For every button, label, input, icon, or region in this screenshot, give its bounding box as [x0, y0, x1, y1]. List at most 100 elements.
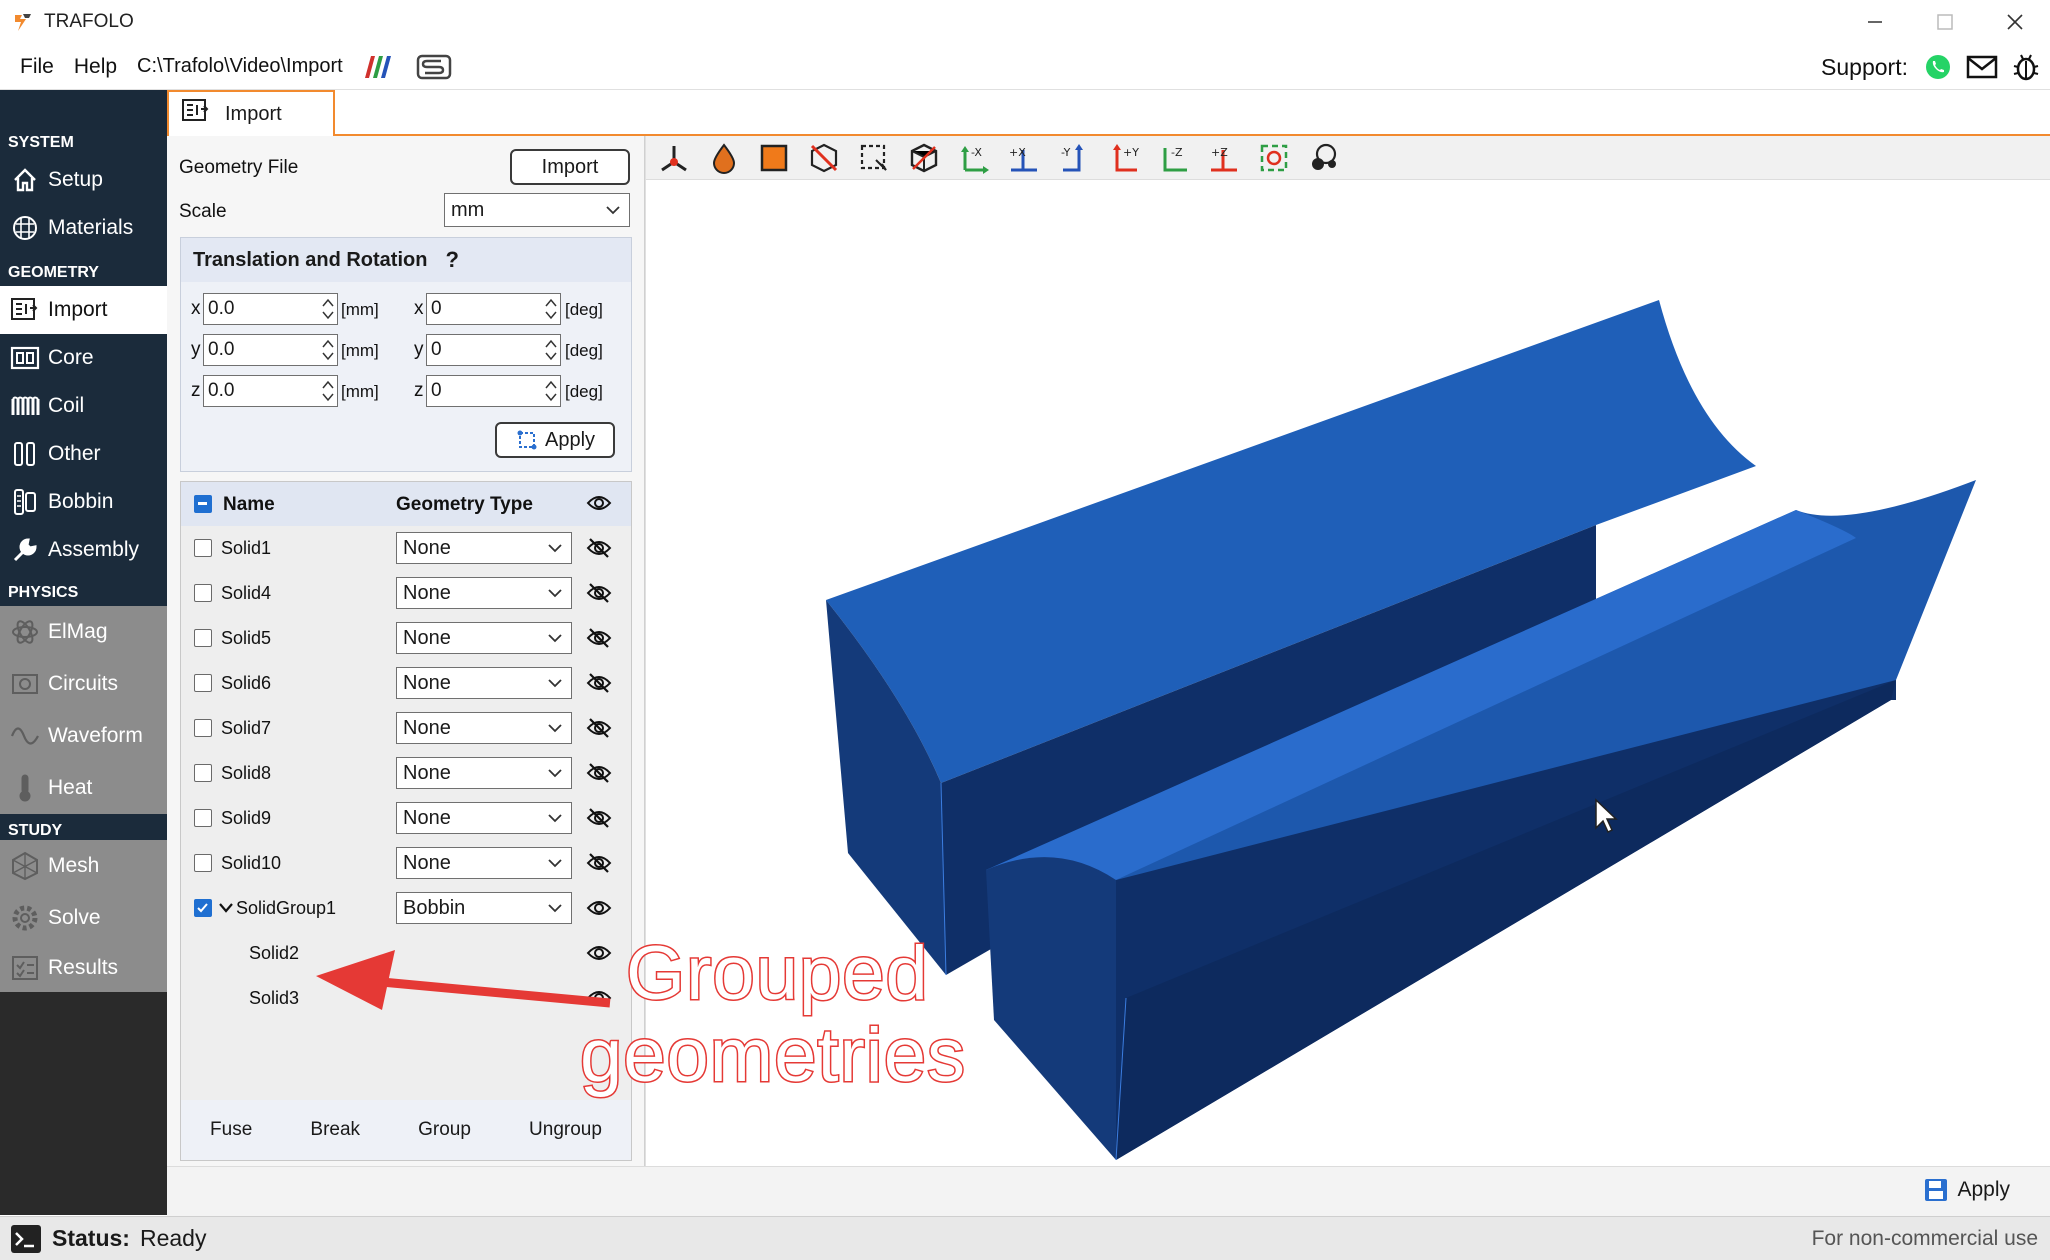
geometry-type-select[interactable]: None	[396, 667, 572, 699]
view-neg-y-icon[interactable]: -Y	[1056, 140, 1092, 176]
select-all-checkbox[interactable]	[194, 495, 212, 513]
import-button[interactable]: Import	[510, 149, 630, 185]
sidebar-item-core[interactable]: Core	[0, 334, 167, 382]
box-select-icon[interactable]	[856, 140, 892, 176]
help-button[interactable]: ?	[445, 247, 458, 273]
eye-hidden-icon[interactable]	[586, 537, 612, 559]
spin-arrows-icon[interactable]	[544, 296, 558, 322]
translation-y-input[interactable]: 0.0	[203, 334, 338, 366]
row-checkbox[interactable]	[194, 854, 212, 872]
view-pos-x-icon[interactable]: +X	[1006, 140, 1042, 176]
rotation-x-input[interactable]: 0	[426, 293, 561, 325]
table-row[interactable]: Solid9 None	[181, 796, 631, 841]
geometry-type-select[interactable]: None	[396, 622, 572, 654]
geometry-type-select[interactable]: None	[396, 532, 572, 564]
minimize-button[interactable]	[1840, 0, 1910, 44]
table-row[interactable]: Solid10 None	[181, 841, 631, 886]
geometry-type-select[interactable]: None	[396, 847, 572, 879]
table-row[interactable]: Solid8 None	[181, 751, 631, 796]
eye-hidden-icon[interactable]	[586, 582, 612, 604]
geometry-type-select[interactable]: None	[396, 802, 572, 834]
sidebar-item-assembly[interactable]: Assembly	[0, 526, 167, 574]
bug-icon[interactable]	[2012, 52, 2040, 82]
view-pos-y-icon[interactable]: +Y	[1106, 140, 1142, 176]
row-checkbox[interactable]	[194, 539, 212, 557]
view-pos-z-icon[interactable]: +Z	[1206, 140, 1242, 176]
expand-chevron-icon[interactable]	[218, 902, 234, 914]
whatsapp-icon[interactable]	[1924, 53, 1952, 81]
geometry-type-select[interactable]: None	[396, 712, 572, 744]
translation-apply-button[interactable]: Apply	[495, 422, 615, 458]
table-row[interactable]: Solid1 None	[181, 526, 631, 571]
drop-icon[interactable]	[706, 140, 742, 176]
maximize-button[interactable]	[1910, 0, 1980, 44]
break-button[interactable]: Break	[310, 1119, 360, 1141]
sidebar-item-solve[interactable]: Solve	[0, 892, 167, 944]
sidebar-item-elmag[interactable]: ElMag	[0, 606, 167, 658]
screenshot-icon[interactable]	[1306, 140, 1342, 176]
script-icon[interactable]	[415, 53, 453, 81]
geometry-type-select[interactable]: Bobbin	[396, 892, 572, 924]
spin-arrows-icon[interactable]	[321, 296, 335, 322]
translation-z-input[interactable]: 0.0	[203, 375, 338, 407]
axes-icon[interactable]	[656, 140, 692, 176]
hide-cube-icon[interactable]	[806, 140, 842, 176]
sidebar-item-materials[interactable]: Materials	[0, 204, 167, 252]
colorbars-icon[interactable]	[361, 54, 397, 80]
table-row[interactable]: Solid5 None	[181, 616, 631, 661]
translation-x-input[interactable]: 0.0	[203, 293, 338, 325]
sidebar-item-setup[interactable]: Setup	[0, 156, 167, 204]
sidebar-item-other[interactable]: Other	[0, 430, 167, 478]
sidebar-item-coil[interactable]: Coil	[0, 382, 167, 430]
menu-help[interactable]: Help	[74, 55, 117, 79]
sidebar-item-results[interactable]: Results	[0, 944, 167, 992]
geometry-type-select[interactable]: None	[396, 577, 572, 609]
solid-square-icon[interactable]	[756, 140, 792, 176]
eye-icon[interactable]	[586, 493, 612, 513]
eye-icon[interactable]	[586, 898, 612, 918]
table-row[interactable]: Solid6 None	[181, 661, 631, 706]
fuse-button[interactable]: Fuse	[210, 1119, 252, 1141]
fit-view-icon[interactable]	[1256, 140, 1292, 176]
sidebar-item-heat[interactable]: Heat	[0, 762, 167, 814]
table-row-group[interactable]: SolidGroup1 Bobbin	[181, 886, 631, 931]
row-checkbox[interactable]	[194, 764, 212, 782]
sidebar-item-import[interactable]: Import	[0, 286, 167, 334]
eye-hidden-icon[interactable]	[586, 717, 612, 739]
spin-arrows-icon[interactable]	[544, 378, 558, 404]
spin-arrows-icon[interactable]	[544, 337, 558, 363]
rotation-z-input[interactable]: 0	[426, 375, 561, 407]
view-neg-x-icon[interactable]: -X	[956, 140, 992, 176]
view-neg-z-icon[interactable]: -Z	[1156, 140, 1192, 176]
eye-hidden-icon[interactable]	[586, 807, 612, 829]
row-checkbox[interactable]	[194, 899, 212, 917]
close-button[interactable]	[1980, 0, 2050, 44]
ungroup-button[interactable]: Ungroup	[529, 1119, 602, 1141]
table-row[interactable]: Solid4 None	[181, 571, 631, 616]
sidebar-item-waveform[interactable]: Waveform	[0, 710, 167, 762]
row-checkbox[interactable]	[194, 629, 212, 647]
row-checkbox[interactable]	[194, 719, 212, 737]
row-checkbox[interactable]	[194, 584, 212, 602]
sidebar-item-mesh[interactable]: Mesh	[0, 840, 167, 892]
tab-import[interactable]: Import	[167, 90, 335, 136]
scale-select[interactable]: mm	[444, 193, 630, 227]
apply-button[interactable]: Apply	[1923, 1177, 2010, 1203]
eye-hidden-icon[interactable]	[586, 852, 612, 874]
eye-hidden-icon[interactable]	[586, 627, 612, 649]
spin-arrows-icon[interactable]	[321, 337, 335, 363]
row-checkbox[interactable]	[194, 809, 212, 827]
mail-icon[interactable]	[1966, 54, 1998, 80]
geometry-type-select[interactable]: None	[396, 757, 572, 789]
row-checkbox[interactable]	[194, 674, 212, 692]
table-row[interactable]: Solid7 None	[181, 706, 631, 751]
sidebar-item-bobbin[interactable]: Bobbin	[0, 478, 167, 526]
group-button[interactable]: Group	[418, 1119, 471, 1141]
sidebar-item-circuits[interactable]: Circuits	[0, 658, 167, 710]
menu-file[interactable]: File	[20, 55, 54, 79]
eye-hidden-icon[interactable]	[586, 762, 612, 784]
wireframe-cube-icon[interactable]	[906, 140, 942, 176]
spin-arrows-icon[interactable]	[321, 378, 335, 404]
eye-hidden-icon[interactable]	[586, 672, 612, 694]
rotation-y-input[interactable]: 0	[426, 334, 561, 366]
